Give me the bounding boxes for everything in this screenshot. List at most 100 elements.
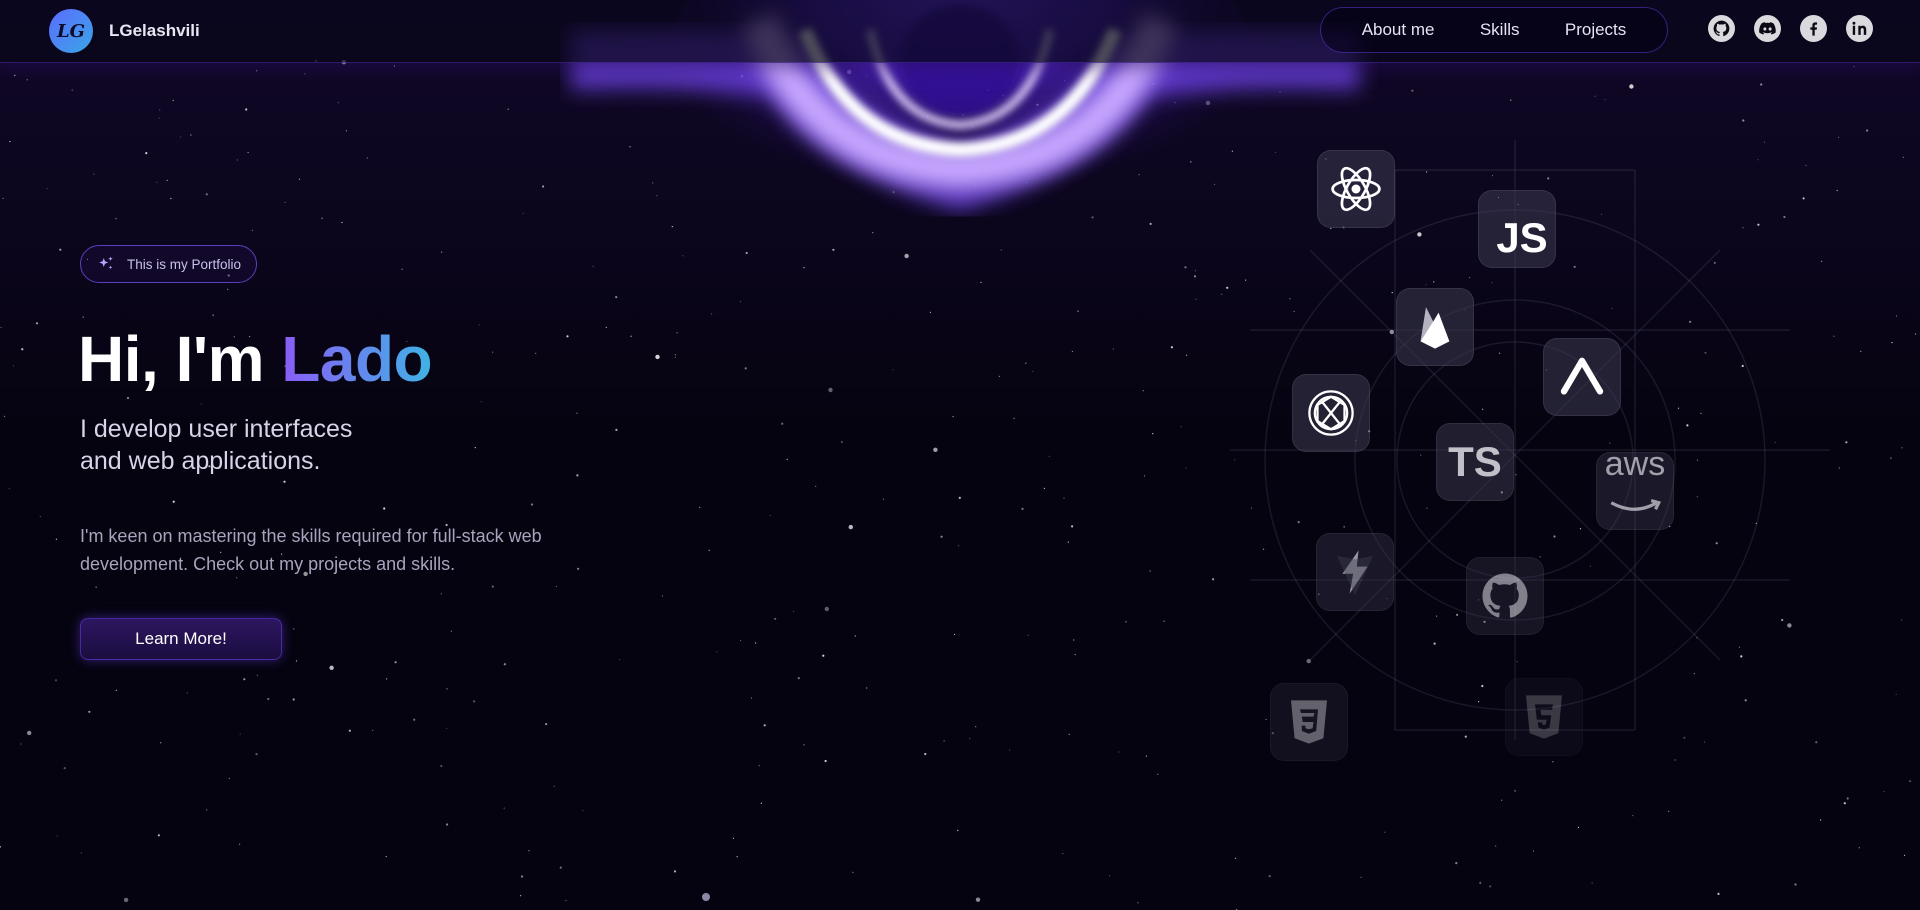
star bbox=[1074, 654, 1076, 656]
star bbox=[385, 856, 387, 858]
github-icon[interactable] bbox=[1708, 15, 1735, 42]
nav-link-about[interactable]: About me bbox=[1362, 20, 1435, 40]
aws-icon: aws bbox=[1596, 447, 1674, 530]
star bbox=[321, 217, 323, 219]
star bbox=[1577, 826, 1580, 829]
star bbox=[1783, 215, 1786, 219]
star bbox=[1163, 620, 1165, 622]
star bbox=[1860, 350, 1862, 352]
star bbox=[605, 326, 607, 329]
star bbox=[227, 288, 229, 290]
star bbox=[828, 387, 833, 393]
star bbox=[63, 767, 66, 770]
star bbox=[1787, 623, 1792, 628]
star bbox=[1742, 119, 1745, 122]
star bbox=[998, 375, 1001, 377]
star bbox=[1491, 175, 1494, 177]
hero-subtitle-line1: I develop user interfaces bbox=[80, 415, 353, 443]
star bbox=[1589, 565, 1591, 567]
star bbox=[160, 742, 162, 744]
star bbox=[1067, 541, 1069, 543]
star bbox=[1071, 525, 1074, 528]
star bbox=[1190, 161, 1192, 163]
star bbox=[172, 99, 174, 102]
star bbox=[1456, 613, 1459, 617]
star bbox=[1821, 260, 1823, 262]
star bbox=[1820, 819, 1822, 821]
star bbox=[803, 267, 805, 269]
star bbox=[676, 332, 678, 334]
star bbox=[366, 157, 368, 159]
star bbox=[348, 729, 351, 732]
star bbox=[1205, 100, 1211, 106]
star bbox=[916, 151, 918, 153]
star bbox=[0, 326, 2, 329]
star bbox=[1909, 780, 1911, 782]
star bbox=[255, 753, 258, 756]
brand[interactable]: LG LGelashvili bbox=[49, 9, 200, 53]
hero-description: I'm keen on mastering the skills require… bbox=[80, 526, 542, 574]
star bbox=[26, 79, 28, 81]
star bbox=[1552, 761, 1554, 763]
star bbox=[655, 354, 660, 360]
star bbox=[480, 401, 482, 403]
star bbox=[555, 585, 558, 588]
star bbox=[1250, 507, 1252, 509]
nav-link-projects[interactable]: Projects bbox=[1565, 20, 1626, 40]
star bbox=[54, 679, 58, 682]
star bbox=[95, 586, 97, 588]
star bbox=[822, 654, 825, 657]
star bbox=[293, 628, 295, 630]
star bbox=[1815, 741, 1818, 744]
star bbox=[1212, 578, 1215, 581]
brand-name[interactable]: LGelashvili bbox=[109, 21, 200, 41]
star bbox=[1152, 433, 1154, 435]
logo-icon[interactable]: LG bbox=[49, 9, 93, 53]
star bbox=[82, 316, 84, 318]
learn-more-button[interactable]: Learn More! bbox=[80, 618, 282, 660]
star bbox=[292, 698, 295, 701]
html5-icon bbox=[1505, 678, 1583, 756]
star bbox=[170, 197, 172, 200]
star bbox=[576, 474, 579, 477]
star bbox=[71, 89, 73, 91]
star bbox=[1306, 658, 1311, 664]
star bbox=[1853, 66, 1855, 68]
facebook-icon[interactable] bbox=[1800, 15, 1827, 42]
star bbox=[854, 635, 856, 637]
star bbox=[159, 109, 161, 111]
star bbox=[841, 441, 843, 443]
star bbox=[1152, 82, 1155, 85]
star bbox=[1696, 496, 1698, 498]
star bbox=[774, 617, 777, 621]
star bbox=[247, 151, 249, 154]
discord-icon[interactable] bbox=[1754, 15, 1781, 42]
star bbox=[256, 674, 258, 677]
star bbox=[1195, 298, 1197, 300]
star bbox=[1274, 151, 1277, 153]
star bbox=[123, 897, 129, 903]
star bbox=[1265, 718, 1267, 721]
star bbox=[1763, 141, 1766, 143]
star bbox=[200, 403, 202, 405]
star bbox=[27, 730, 32, 736]
star bbox=[1846, 797, 1849, 800]
star bbox=[383, 507, 386, 510]
nav-link-skills[interactable]: Skills bbox=[1480, 20, 1520, 40]
star bbox=[12, 365, 14, 367]
star bbox=[674, 356, 676, 359]
star bbox=[1741, 364, 1744, 368]
star bbox=[337, 102, 339, 104]
vercel-icon bbox=[1543, 338, 1621, 416]
star bbox=[1000, 249, 1002, 251]
star bbox=[145, 152, 148, 155]
star bbox=[1805, 164, 1807, 166]
star bbox=[1433, 281, 1435, 283]
linkedin-icon[interactable] bbox=[1846, 15, 1873, 42]
star bbox=[522, 212, 524, 214]
star bbox=[1757, 223, 1760, 226]
star bbox=[267, 697, 270, 701]
star bbox=[172, 500, 175, 503]
scroll-indicator[interactable] bbox=[702, 893, 710, 901]
star bbox=[974, 183, 977, 186]
